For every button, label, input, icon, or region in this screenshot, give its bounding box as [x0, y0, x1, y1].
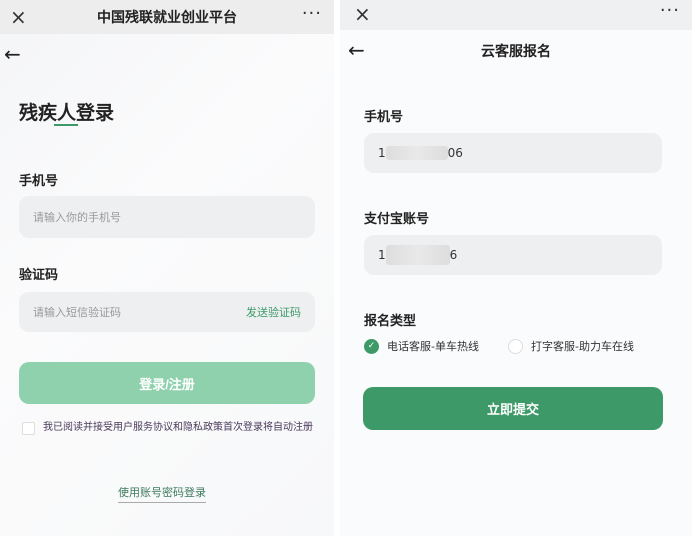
masked-digits — [385, 146, 448, 160]
login-button[interactable]: 登录/注册 — [19, 362, 315, 404]
phone-input[interactable]: 请输入你的手机号 — [19, 196, 315, 238]
option-text-service[interactable]: 打字客服-助力车在线 — [508, 338, 634, 354]
code-placeholder: 请输入短信验证码 — [33, 306, 121, 319]
alipay-prefix: 1 — [378, 248, 386, 262]
top-bar: × 中国残联就业创业平台 ··· — [0, 0, 334, 34]
option-label: 电话客服-单车热线 — [387, 340, 479, 353]
close-icon[interactable]: × — [354, 2, 371, 26]
page-title: 残疾人登录 — [19, 102, 115, 124]
option-label: 打字客服-助力车在线 — [531, 340, 634, 353]
phone-input[interactable]: 1 06 — [364, 133, 662, 173]
radio-checked-icon: ✓ — [364, 338, 379, 354]
top-bar: × ··· — [340, 0, 692, 30]
agreement-text[interactable]: 我已阅读并接受用户服务协议和隐私政策首次登录将自动注册 — [43, 418, 318, 437]
phone-placeholder: 请输入你的手机号 — [33, 211, 121, 224]
title-underline — [54, 124, 78, 126]
password-login-link[interactable]: 使用账号密码登录 — [118, 484, 206, 503]
more-icon[interactable]: ··· — [660, 0, 680, 21]
alipay-label: 支付宝账号 — [364, 212, 430, 227]
phone-prefix: 1 — [378, 146, 386, 160]
signup-screen: × ··· ← 云客服报名 手机号 1 06 支付宝账号 16 报名类型 ✓ 电话… — [340, 0, 692, 536]
phone-label: 手机号 — [19, 174, 59, 189]
phone-suffix: 06 — [447, 146, 463, 160]
send-code-button[interactable]: 发送验证码 — [246, 304, 301, 320]
radio-unchecked-icon — [508, 338, 523, 354]
alipay-input[interactable]: 16 — [364, 235, 662, 275]
phone-label: 手机号 — [364, 110, 404, 125]
masked-digits — [385, 245, 450, 265]
type-label: 报名类型 — [364, 314, 417, 329]
back-arrow-icon[interactable]: ← — [4, 42, 21, 66]
more-icon[interactable]: ··· — [302, 3, 322, 24]
close-icon[interactable]: × — [10, 5, 27, 29]
app-title: 中国残联就业创业平台 — [97, 10, 237, 26]
option-phone-service[interactable]: ✓ 电话客服-单车热线 — [364, 338, 479, 354]
alipay-suffix: 6 — [449, 248, 458, 262]
code-label: 验证码 — [19, 268, 59, 283]
submit-button[interactable]: 立即提交 — [363, 387, 663, 430]
login-screen: × 中国残联就业创业平台 ··· ← 残疾人登录 手机号 请输入你的手机号 验证… — [0, 0, 334, 536]
code-input[interactable]: 请输入短信验证码 发送验证码 — [19, 292, 315, 332]
page-title: 云客服报名 — [481, 44, 551, 60]
agreement-checkbox[interactable] — [22, 422, 35, 435]
